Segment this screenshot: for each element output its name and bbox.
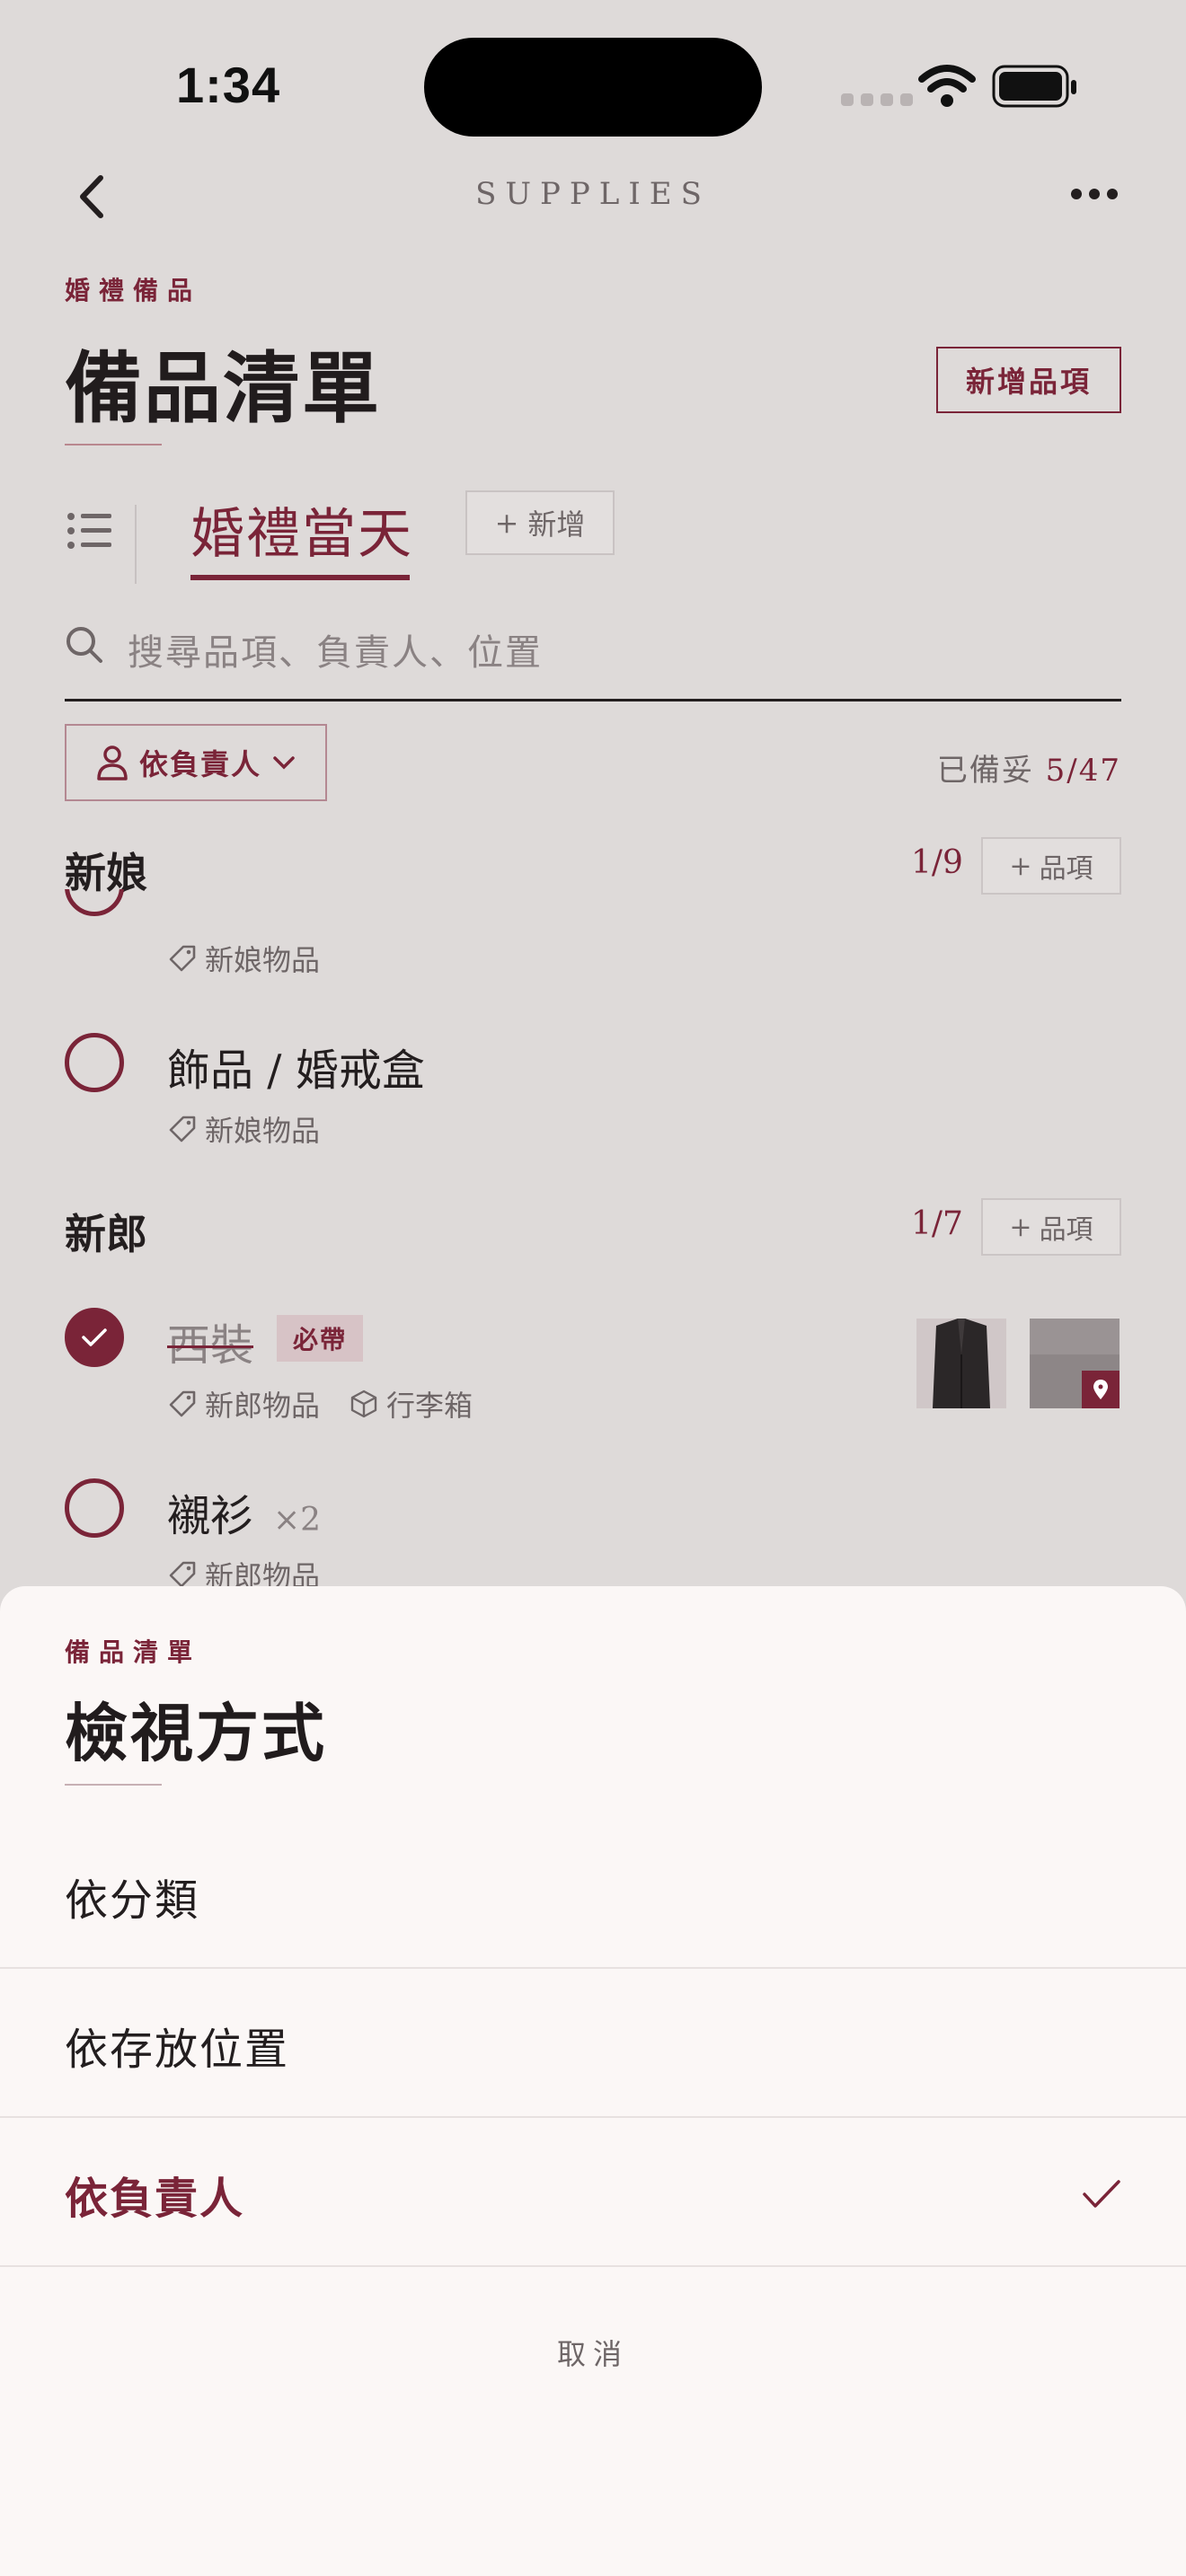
tab-separator bbox=[135, 505, 137, 584]
option-label: 依存放位置 bbox=[65, 2025, 290, 2075]
title-divider bbox=[65, 444, 162, 446]
plus-icon: + bbox=[1009, 1211, 1032, 1243]
sheet-title: 檢視方式 bbox=[65, 1696, 327, 1770]
status-time: 1:34 bbox=[176, 57, 281, 113]
add-item-label: 品項 bbox=[1039, 1214, 1093, 1246]
chevron-down-icon bbox=[273, 756, 295, 770]
battery-icon bbox=[992, 65, 1076, 108]
checkmark-icon bbox=[1083, 2180, 1120, 2208]
tag-icon bbox=[169, 1116, 196, 1142]
ready-label: 已備妥 bbox=[936, 753, 1034, 789]
tag-label: 新娘物品 bbox=[205, 943, 321, 977]
item-tag: 新娘物品 bbox=[167, 1108, 320, 1150]
location-label: 行李箱 bbox=[386, 1389, 474, 1423]
item-title-row: 襯衫 ×2 bbox=[167, 1480, 321, 1543]
storage-photo bbox=[1030, 1319, 1120, 1408]
nav-title: SUPPLIES bbox=[475, 176, 711, 212]
more-options-icon[interactable] bbox=[1069, 185, 1120, 203]
sheet-eyebrow: 備品清單 bbox=[65, 1637, 202, 1667]
cellular-signal-icon bbox=[841, 93, 913, 106]
add-tab-label: 新增 bbox=[527, 507, 586, 542]
person-icon bbox=[97, 745, 128, 781]
dynamic-island bbox=[424, 38, 762, 137]
checkbox-circle[interactable] bbox=[65, 889, 124, 916]
checkbox-circle[interactable] bbox=[65, 1478, 124, 1538]
box-icon bbox=[350, 1389, 377, 1418]
item-location: 行李箱 bbox=[349, 1383, 473, 1425]
item-tag: 新郎物品 bbox=[167, 1383, 320, 1425]
sheet-title-divider bbox=[65, 1784, 162, 1786]
item-name[interactable]: 襯衫 bbox=[167, 1480, 253, 1543]
tag-icon bbox=[169, 1561, 196, 1588]
tab-wedding-day[interactable]: 婚禮當天 bbox=[190, 490, 413, 569]
add-item-button[interactable]: 新增品項 bbox=[936, 347, 1121, 413]
search-underline bbox=[65, 699, 1121, 701]
option-by-category[interactable]: 依分類 bbox=[0, 1822, 1186, 1971]
tag-icon bbox=[169, 945, 196, 972]
item-name[interactable]: 飾品 / 婚戒盒 bbox=[167, 1035, 425, 1098]
suit-photo bbox=[916, 1319, 1006, 1408]
option-by-owner[interactable]: 依負責人 bbox=[0, 2120, 1186, 2269]
item-name[interactable]: 西裝 bbox=[167, 1310, 253, 1372]
list-item[interactable] bbox=[65, 889, 1121, 940]
tag-icon bbox=[169, 1390, 196, 1417]
option-label: 依負責人 bbox=[65, 2174, 245, 2224]
checkbox-circle[interactable] bbox=[65, 1033, 124, 1092]
add-item-label: 品項 bbox=[1039, 853, 1093, 885]
item-photo-thumbnail[interactable] bbox=[916, 1319, 1006, 1408]
search-input[interactable]: 搜尋品項、負責人、位置 bbox=[128, 623, 543, 675]
item-tag: 新娘物品 bbox=[167, 938, 320, 979]
ready-count: 5/47 bbox=[1045, 753, 1121, 789]
option-label: 依分類 bbox=[65, 1875, 200, 1926]
group-by-filter-button[interactable]: 依負責人 bbox=[65, 724, 327, 801]
divider bbox=[0, 2265, 1186, 2267]
page-eyebrow: 婚禮備品 bbox=[65, 276, 202, 305]
search-icon bbox=[66, 627, 102, 663]
wifi-icon bbox=[918, 65, 976, 107]
plus-icon: + bbox=[494, 506, 519, 540]
tag-label: 新郎物品 bbox=[205, 1389, 321, 1423]
filter-label: 依負責人 bbox=[138, 747, 261, 781]
option-by-location[interactable]: 依存放位置 bbox=[0, 1971, 1186, 2120]
page-title: 備品清單 bbox=[65, 343, 381, 434]
checkbox-checked[interactable] bbox=[65, 1308, 124, 1367]
list-menu-icon[interactable] bbox=[66, 512, 113, 550]
checkmark-icon bbox=[82, 1328, 107, 1346]
tag-label: 新娘物品 bbox=[205, 1114, 321, 1148]
item-quantity: ×2 bbox=[273, 1502, 322, 1539]
ready-progress: 已備妥 5/47 bbox=[937, 745, 1121, 790]
section-title-groom: 新郎 bbox=[65, 1210, 147, 1258]
add-tab-button[interactable]: + 新增 bbox=[465, 490, 615, 555]
section-count-bride: 1/9 bbox=[911, 844, 963, 881]
required-badge: 必帶 bbox=[277, 1315, 364, 1362]
cancel-button[interactable]: 取消 bbox=[0, 2332, 1186, 2373]
plus-icon: + bbox=[1009, 850, 1032, 882]
divider bbox=[0, 1967, 1186, 1969]
bride-add-item-button[interactable]: + 品項 bbox=[981, 837, 1121, 895]
groom-add-item-button[interactable]: + 品項 bbox=[981, 1198, 1121, 1256]
tab-active-indicator bbox=[190, 575, 410, 580]
item-photo-thumbnail[interactable] bbox=[1030, 1319, 1120, 1408]
section-count-groom: 1/7 bbox=[911, 1205, 963, 1242]
divider bbox=[0, 2116, 1186, 2118]
